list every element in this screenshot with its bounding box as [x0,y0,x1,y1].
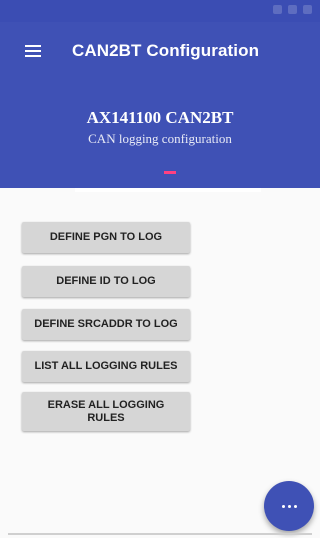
define-pgn-button[interactable]: DEFINE PGN TO LOG [22,222,190,253]
page-indicator [164,171,176,174]
define-id-button[interactable]: DEFINE ID TO LOG [22,266,190,297]
app-screen: CAN2BT Configuration AX141100 CAN2BT CAN… [0,0,320,538]
bottom-edge-line [8,533,312,535]
hamburger-menu-icon[interactable] [25,45,41,58]
more-horizontal-icon [281,504,285,508]
status-bar [0,0,320,22]
app-bar: CAN2BT Configuration [0,22,320,82]
device-title: AX141100 CAN2BT [86,108,234,127]
status-icons [273,5,312,14]
content-area: DEFINE PGN TO LOG DEFINE ID TO LOG DEFIN… [0,192,320,532]
app-title: CAN2BT Configuration [72,41,260,60]
erase-rules-button[interactable]: ERASE ALL LOGGING RULES [22,392,190,431]
define-srcaddr-button[interactable]: DEFINE SRCADDR TO LOG [22,309,190,340]
wifi-icon [288,5,297,14]
battery-icon [303,5,312,14]
more-options-fab[interactable] [264,481,314,531]
device-subtitle: CAN logging configuration [88,131,232,146]
header-banner: AX141100 CAN2BT CAN logging configuratio… [0,82,320,188]
list-rules-button[interactable]: LIST ALL LOGGING RULES [22,351,190,382]
signal-icon [273,5,282,14]
